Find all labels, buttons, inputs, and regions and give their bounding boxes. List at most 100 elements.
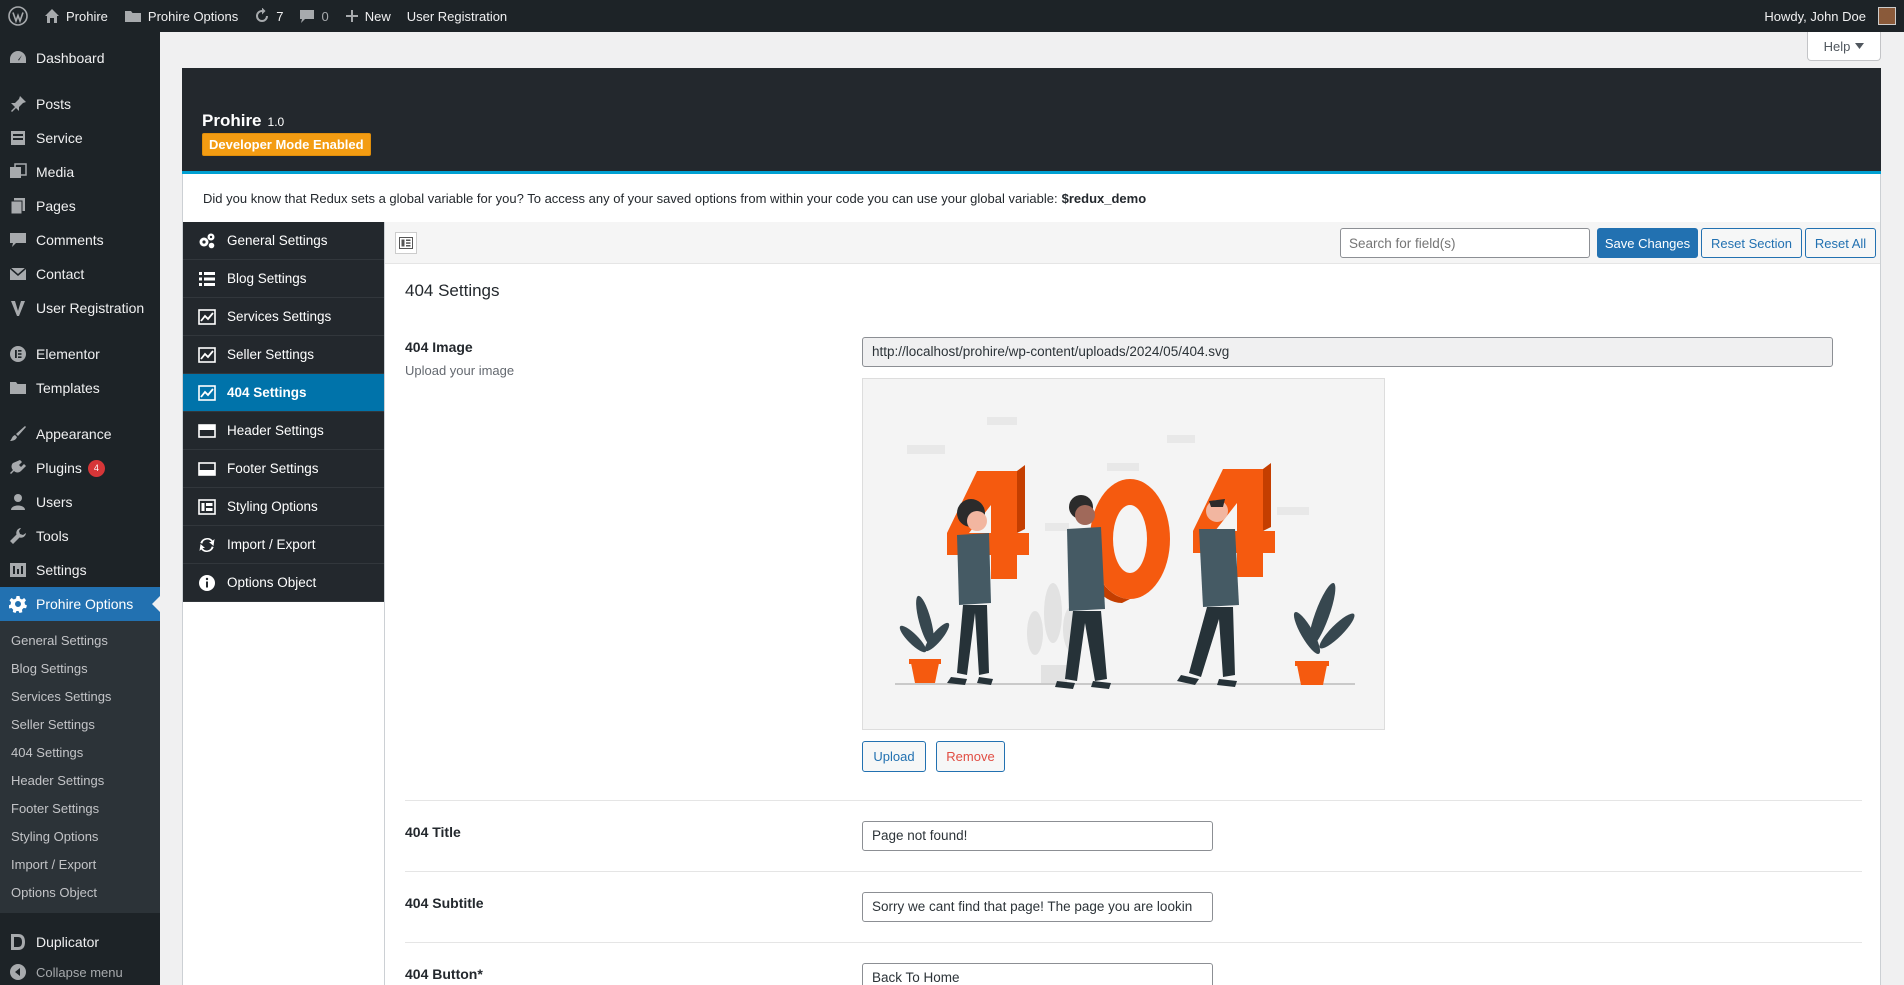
plugin-icon	[8, 458, 28, 478]
updates-link[interactable]: 7	[246, 0, 291, 32]
menu-label: Media	[36, 164, 75, 180]
duplicator-icon	[8, 932, 28, 952]
redux-action-bar: Save Changes Reset Section Reset All	[385, 222, 1880, 264]
admin-bar: Prohire Prohire Options 7 0 New User Reg…	[0, 0, 1904, 32]
404-title-input[interactable]: Page not found!	[862, 821, 1213, 851]
redux-version: 1.0	[267, 115, 285, 129]
developer-mode-badge: Developer Mode Enabled	[202, 133, 371, 156]
comments-link[interactable]: 0	[291, 0, 336, 32]
menu-item-pages[interactable]: Pages	[0, 189, 160, 223]
redux-menu: General Settings Blog Settings Services …	[183, 222, 384, 602]
redux-title-text: Prohire	[202, 111, 262, 130]
menu-label: Collapse menu	[36, 964, 123, 980]
redux-menu-blog[interactable]: Blog Settings	[183, 260, 384, 298]
submenu-item-options-object[interactable]: Options Object	[0, 879, 160, 907]
menu-item-contact[interactable]: Contact	[0, 257, 160, 291]
menu-item-elementor[interactable]: Elementor	[0, 337, 160, 371]
redux-menu-options-object[interactable]: Options Object	[183, 564, 384, 602]
menu-item-posts[interactable]: Posts	[0, 87, 160, 121]
folder-icon	[8, 378, 28, 398]
comment-icon	[299, 8, 315, 24]
header-icon	[197, 421, 217, 441]
menu-item-dashboard[interactable]: Dashboard	[0, 41, 160, 75]
collapse-menu-button[interactable]: Collapse menu	[0, 959, 160, 985]
menu-item-comments[interactable]: Comments	[0, 223, 160, 257]
redux-menu-label: General Settings	[227, 233, 328, 248]
menu-item-tools[interactable]: Tools	[0, 519, 160, 553]
submenu-item-general[interactable]: General Settings	[0, 627, 160, 655]
menu-label: Contact	[36, 266, 85, 282]
help-button[interactable]: Help	[1807, 32, 1881, 61]
redux-menu-label: Blog Settings	[227, 271, 307, 286]
submenu-item-styling[interactable]: Styling Options	[0, 823, 160, 851]
reset-all-button[interactable]: Reset All	[1805, 228, 1876, 258]
wordpress-logo-button[interactable]	[0, 0, 36, 32]
submenu-item-services[interactable]: Services Settings	[0, 683, 160, 711]
comments-count: 0	[321, 8, 329, 24]
field-row-404-button: 404 Button* Back To Home	[405, 943, 1862, 985]
submenu-item-footer[interactable]: Footer Settings	[0, 795, 160, 823]
info-icon	[197, 573, 217, 593]
expand-options-button[interactable]	[395, 232, 417, 254]
redux-menu-header[interactable]: Header Settings	[183, 412, 384, 450]
menu-label: Duplicator	[36, 934, 100, 950]
user-registration-link[interactable]: User Registration	[399, 0, 515, 32]
redux-menu-label: Options Object	[227, 575, 317, 590]
prohire-options-submenu: General Settings Blog Settings Services …	[0, 621, 160, 913]
404-subtitle-input[interactable]: Sorry we cant find that page! The page y…	[862, 892, 1213, 922]
wrench-icon	[8, 526, 28, 546]
my-account-link[interactable]: Howdy, John Doe	[1756, 0, 1904, 32]
menu-item-media[interactable]: Media	[0, 155, 160, 189]
site-name-link[interactable]: Prohire	[36, 0, 116, 32]
redux-menu-seller[interactable]: Seller Settings	[183, 336, 384, 374]
menu-label: Tools	[36, 528, 69, 544]
menu-item-templates[interactable]: Templates	[0, 371, 160, 405]
reset-section-button[interactable]: Reset Section	[1701, 228, 1802, 258]
upload-button[interactable]: Upload	[862, 741, 926, 772]
menu-item-service[interactable]: Service	[0, 121, 160, 155]
menu-item-plugins[interactable]: Plugins 4	[0, 451, 160, 485]
submenu-item-blog[interactable]: Blog Settings	[0, 655, 160, 683]
save-changes-button[interactable]: Save Changes	[1597, 228, 1698, 258]
redux-menu-404[interactable]: 404 Settings	[183, 374, 384, 412]
field-row-404-title: 404 Title Page not found!	[405, 801, 1862, 872]
new-content-link[interactable]: New	[337, 0, 399, 32]
image-url-field[interactable]: http://localhost/prohire/wp-content/uplo…	[862, 337, 1833, 367]
redux-menu-footer[interactable]: Footer Settings	[183, 450, 384, 488]
pages-icon	[8, 196, 28, 216]
refresh-icon	[197, 535, 217, 555]
redux-menu-import-export[interactable]: Import / Export	[183, 526, 384, 564]
menu-label: Service	[36, 130, 83, 146]
settings-icon	[8, 560, 28, 580]
menu-item-prohire-options[interactable]: Prohire Options	[0, 587, 160, 621]
field-label: 404 Button*	[405, 966, 483, 982]
comments-icon	[8, 230, 28, 250]
menu-label: User Registration	[36, 300, 145, 316]
redux-menu-label: 404 Settings	[227, 385, 307, 400]
styling-icon	[197, 497, 217, 517]
remove-button[interactable]: Remove	[936, 741, 1005, 772]
user-registration-label: User Registration	[406, 8, 508, 24]
submenu-item-import-export[interactable]: Import / Export	[0, 851, 160, 879]
redux-menu-general[interactable]: General Settings	[183, 222, 384, 260]
menu-item-users[interactable]: Users	[0, 485, 160, 519]
404-button-input[interactable]: Back To Home	[862, 963, 1213, 985]
caret-down-icon	[1855, 43, 1865, 49]
media-icon	[8, 162, 28, 182]
redux-menu-services[interactable]: Services Settings	[183, 298, 384, 336]
menu-item-settings[interactable]: Settings	[0, 553, 160, 587]
redux-menu-styling[interactable]: Styling Options	[183, 488, 384, 526]
menu-item-user-registration[interactable]: User Registration	[0, 291, 160, 325]
gear-icon	[8, 594, 28, 614]
menu-item-duplicator[interactable]: Duplicator	[0, 925, 160, 959]
menu-item-appearance[interactable]: Appearance	[0, 417, 160, 451]
submenu-item-seller[interactable]: Seller Settings	[0, 711, 160, 739]
submenu-item-header[interactable]: Header Settings	[0, 767, 160, 795]
help-label: Help	[1823, 38, 1851, 54]
service-icon	[8, 128, 28, 148]
menu-label: Prohire Options	[36, 596, 134, 612]
menu-label: Comments	[36, 232, 104, 248]
options-link[interactable]: Prohire Options	[116, 0, 246, 32]
search-input[interactable]	[1340, 228, 1590, 258]
submenu-item-404[interactable]: 404 Settings	[0, 739, 160, 767]
